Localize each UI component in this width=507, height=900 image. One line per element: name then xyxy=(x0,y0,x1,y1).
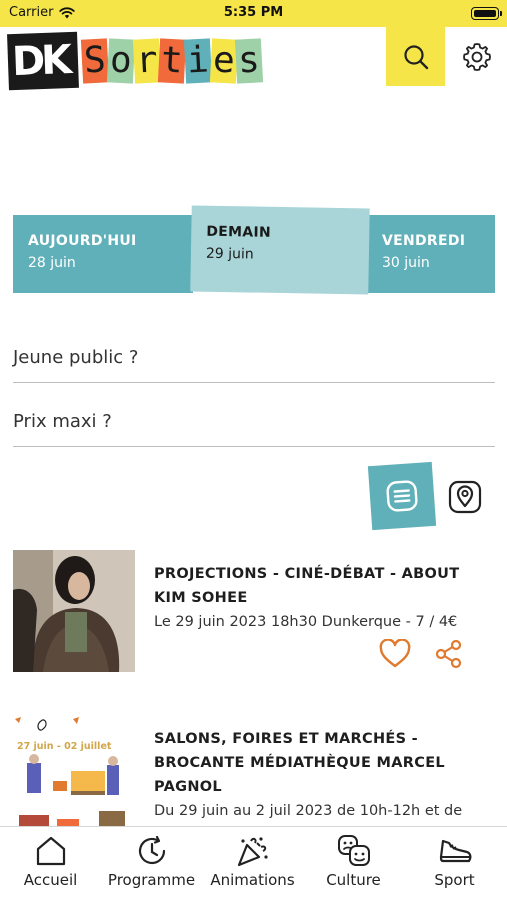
tab-tomorrow-name: DEMAIN xyxy=(206,223,272,241)
logo-dk: DK xyxy=(7,31,80,91)
event-thumbnail[interactable]: 27 juin - 02 juillet xyxy=(13,715,135,837)
nav-label: Sport xyxy=(434,871,475,889)
event-poster xyxy=(13,715,135,837)
tab-today[interactable]: AUJOURD'HUI 28 juin xyxy=(13,215,193,293)
favorite-button[interactable] xyxy=(379,638,411,670)
logo-letters: S o r t i e s xyxy=(81,38,264,84)
party-icon xyxy=(237,837,268,867)
logo-letter: S xyxy=(81,38,110,84)
event-title-line: PROJECTIONS - CINÉ-DÉBAT - ABOUT xyxy=(154,566,460,582)
nav-label: Programme xyxy=(107,871,196,889)
theater-masks-icon xyxy=(337,835,370,866)
app-header: DK S o r t i e s xyxy=(0,27,507,91)
event-title-line: KIM SOHEE xyxy=(154,590,248,606)
logo-letter: r xyxy=(132,38,161,84)
logo-letter: s xyxy=(235,38,264,84)
nav-item-home[interactable]: Accueil xyxy=(0,833,101,889)
nav-label: Animations xyxy=(210,871,295,889)
clock-icon xyxy=(138,835,165,865)
day-tabs: AUJOURD'HUI 28 juin VENDREDI 30 juin DEM… xyxy=(13,205,495,295)
share-button[interactable] xyxy=(433,638,465,670)
list-view-button[interactable] xyxy=(367,461,437,531)
app-logo[interactable]: DK S o r t i e s xyxy=(7,31,264,91)
event-meta: Le 29 juin 2023 18h30 Dunkerque - 7 / 4€ xyxy=(154,614,458,630)
young-public-filter[interactable]: Jeune public ? xyxy=(13,333,495,383)
event-title: PROJECTIONS - CINÉ-DÉBAT - ABOUT KIM SOH… xyxy=(154,562,495,610)
event-body: PROJECTIONS - CINÉ-DÉBAT - ABOUT KIM SOH… xyxy=(154,562,495,634)
event-title-line: SALONS, FOIRES ET MARCHÉS - xyxy=(154,731,418,747)
event-card[interactable]: PROJECTIONS - CINÉ-DÉBAT - ABOUT KIM SOH… xyxy=(13,548,495,678)
event-meta: Du 29 juin au 2 juil 2023 de 10h-12h et … xyxy=(154,803,463,819)
nav-item-animations[interactable]: Animations xyxy=(202,833,303,889)
heart-icon xyxy=(379,639,411,668)
status-bar: Carrier 5:35 PM xyxy=(0,0,507,27)
bottom-nav: Accueil Programme Animations Culture Spo… xyxy=(0,826,507,900)
nav-label: Accueil xyxy=(23,871,78,889)
tab-tomorrow-date: 29 juin xyxy=(205,245,254,263)
logo-letter: o xyxy=(106,38,135,84)
gear-icon xyxy=(463,42,491,71)
max-price-label: Prix maxi ? xyxy=(13,411,112,432)
list-icon xyxy=(386,480,418,512)
home-icon xyxy=(36,836,65,866)
nav-item-sport[interactable]: Sport xyxy=(404,833,505,889)
logo-letter: e xyxy=(209,38,238,84)
sneaker-icon xyxy=(439,839,471,863)
tab-friday[interactable]: VENDREDI 30 juin xyxy=(367,215,495,293)
poster-dates: 27 juin - 02 juillet xyxy=(17,741,112,752)
tab-friday-name: VENDREDI xyxy=(382,233,466,249)
event-photo xyxy=(13,550,135,672)
nav-item-programme[interactable]: Programme xyxy=(101,833,202,889)
search-icon xyxy=(403,44,428,69)
logo-letter: t xyxy=(158,38,187,84)
share-icon xyxy=(435,639,462,669)
map-pin-icon xyxy=(448,480,482,514)
tab-today-date: 28 juin xyxy=(28,255,76,271)
event-body: SALONS, FOIRES ET MARCHÉS - BROCANTE MÉD… xyxy=(154,727,495,823)
event-actions xyxy=(379,638,465,670)
event-card[interactable]: 27 juin - 02 juillet SALONS, FOIRES ET M… xyxy=(13,713,495,837)
settings-button[interactable] xyxy=(452,27,502,86)
nav-label: Culture xyxy=(326,871,381,889)
event-thumbnail[interactable] xyxy=(13,550,135,672)
map-view-button[interactable] xyxy=(445,475,485,519)
event-title-line: BROCANTE MÉDIATHÈQUE MARCEL xyxy=(154,755,445,771)
event-title: SALONS, FOIRES ET MARCHÉS - BROCANTE MÉD… xyxy=(154,727,495,799)
tab-tomorrow[interactable]: DEMAIN 29 juin xyxy=(190,205,370,295)
max-price-filter[interactable]: Prix maxi ? xyxy=(13,397,495,447)
tab-today-name: AUJOURD'HUI xyxy=(28,233,137,249)
battery-icon xyxy=(471,7,502,20)
search-button[interactable] xyxy=(386,27,445,86)
status-time: 5:35 PM xyxy=(223,5,284,20)
event-title-line: PAGNOL xyxy=(154,779,222,795)
nav-item-culture[interactable]: Culture xyxy=(303,833,404,889)
tab-friday-date: 30 juin xyxy=(382,255,430,271)
logo-letter: i xyxy=(183,38,212,84)
young-public-label: Jeune public ? xyxy=(13,347,139,368)
